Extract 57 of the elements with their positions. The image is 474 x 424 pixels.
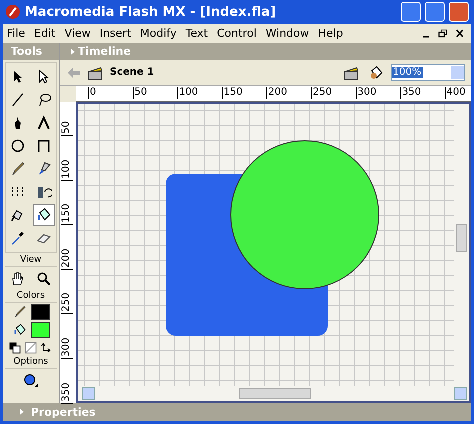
ruler-label: 50 <box>132 87 148 99</box>
menu-item[interactable]: Modify <box>140 27 177 40</box>
clapperboard-icon <box>88 64 104 80</box>
default-colors-icon <box>8 341 22 355</box>
section-title: Colors <box>5 291 57 303</box>
ruler-label: 100 <box>61 160 73 181</box>
menu-item[interactable]: Edit <box>34 27 56 40</box>
color-swatch[interactable] <box>30 304 50 320</box>
restore-icon[interactable] <box>436 28 450 40</box>
section-title: View <box>5 255 57 267</box>
menu-item[interactable]: Text <box>186 27 208 40</box>
ruler-label: 200 <box>61 248 73 270</box>
scene-name: Scene 1 <box>110 67 154 78</box>
panel-title: Tools <box>3 43 59 60</box>
scroll-thumb[interactable] <box>238 388 310 399</box>
circle-outline-icon <box>10 138 26 154</box>
brush-icon <box>36 161 52 177</box>
ruler-label: 50 <box>61 121 73 136</box>
menu-item[interactable]: Window <box>266 27 310 40</box>
ruler-label: 400 <box>444 87 466 99</box>
section-title: Options <box>5 357 57 369</box>
ruler-label: 100 <box>177 87 198 99</box>
close-button[interactable] <box>449 2 469 22</box>
clapperboard-icon[interactable] <box>343 64 361 80</box>
menu-item[interactable]: Insert <box>100 27 132 40</box>
minimize-button[interactable] <box>401 2 421 22</box>
line-icon <box>10 92 26 108</box>
window-title: Macromedia Flash MX - [Index.fla] <box>25 4 278 20</box>
panel-title: Timeline <box>78 45 132 58</box>
no-color-icon <box>24 341 38 355</box>
ruler-label: 0 <box>88 87 96 99</box>
menu-item[interactable]: Help <box>318 27 344 40</box>
pencil-icon <box>10 161 26 177</box>
menu-item[interactable]: File <box>7 27 26 40</box>
menu-item[interactable]: View <box>64 27 91 40</box>
color-swatch[interactable] <box>30 322 50 338</box>
ruler-label: 300 <box>356 87 377 99</box>
zoom-dropdown[interactable]: 100% <box>391 64 465 81</box>
panel-title: Properties <box>31 406 96 418</box>
ruler-label: 250 <box>311 87 332 99</box>
app-logo-icon <box>5 4 21 20</box>
ruler-label: 150 <box>61 204 73 226</box>
tool-button[interactable] <box>33 204 55 226</box>
rectangle-outline-icon <box>36 138 52 154</box>
ruler-label: 200 <box>266 87 288 99</box>
hand-icon <box>10 271 26 287</box>
horizontal-scrollbar[interactable] <box>78 386 469 401</box>
maximize-button[interactable] <box>425 2 445 22</box>
menu-item[interactable]: Control <box>217 27 257 40</box>
ruler-label: 150 <box>222 87 243 99</box>
pencil-icon <box>12 305 26 319</box>
ruler-label: 300 <box>61 338 73 359</box>
eyedropper-icon <box>10 230 26 246</box>
ruler-label: 350 <box>400 87 422 99</box>
magnifier-icon <box>36 271 52 287</box>
vertical-scrollbar[interactable] <box>454 104 469 386</box>
ruler-label: 250 <box>61 293 73 314</box>
